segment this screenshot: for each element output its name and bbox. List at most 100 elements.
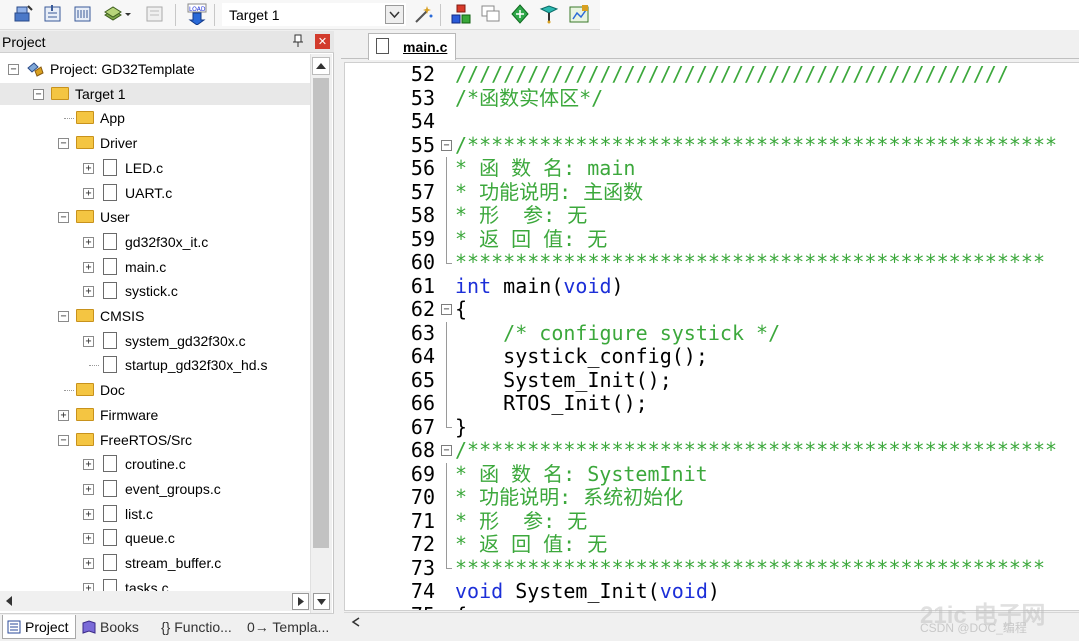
line-number: 74 [410, 579, 435, 603]
close-icon[interactable]: ✕ [315, 34, 330, 49]
code-line: /***************************************… [455, 133, 1057, 158]
project-panel-header: Project ✕ [0, 31, 334, 53]
pack-installer-icon[interactable] [568, 3, 590, 25]
expand-icon[interactable]: + [83, 459, 94, 471]
line-number: 69 [410, 461, 435, 486]
tree-item[interactable]: + stream_buffer.c [0, 552, 310, 574]
tree-item[interactable]: + UART.c [0, 182, 310, 204]
collapse-icon[interactable]: − [58, 434, 69, 446]
manage-components-icon[interactable] [450, 3, 472, 25]
line-number: 62 [410, 297, 435, 321]
expand-icon[interactable]: + [83, 162, 94, 174]
fold-collapse-icon[interactable]: − [441, 609, 452, 610]
diamond-icon[interactable] [509, 3, 531, 25]
expand-icon[interactable]: + [83, 335, 94, 347]
tab-project[interactable]: Project [2, 615, 76, 639]
line-number: 60 [410, 250, 435, 274]
watermark: 21ic 电子网 CSDN @DOC_编程 [920, 595, 1079, 635]
build-icon[interactable] [12, 3, 34, 25]
expand-icon[interactable]: + [83, 558, 94, 569]
chevron-down-icon[interactable] [385, 5, 404, 24]
fold-collapse-icon[interactable]: − [441, 304, 452, 315]
folder-icon [76, 111, 94, 125]
tab-main-c[interactable]: main.c [368, 33, 456, 60]
tree-item[interactable]: − Target 1 [0, 82, 310, 105]
target-select[interactable]: Target 1 [222, 3, 406, 26]
project-horizontal-scrollbar[interactable] [0, 591, 330, 612]
scroll-up-icon[interactable] [312, 57, 330, 75]
expand-icon[interactable]: + [83, 508, 94, 520]
file-icon [103, 529, 117, 547]
tree-item[interactable]: + event_groups.c [0, 478, 310, 500]
pin-icon[interactable] [292, 34, 304, 51]
project-panel-title: Project [2, 34, 46, 50]
code-comment: * 功能说明: 系统初始化 [455, 485, 684, 509]
tree-item-label: Project: GD32Template [50, 61, 195, 77]
expand-icon[interactable]: + [83, 483, 94, 495]
tree-item[interactable]: + queue.c [0, 527, 310, 549]
rebuild-icon[interactable] [42, 3, 64, 25]
code-editor[interactable]: 52 53 54 55−56 57 58 59 60 61 62−63 64 65 66 67 68−69 7… [344, 62, 1079, 611]
stop-build-icon[interactable] [144, 3, 166, 25]
tree-item-label: systick.c [125, 283, 178, 300]
tree-item[interactable]: − Project: GD32Template [0, 58, 310, 80]
collapse-icon[interactable]: − [33, 88, 44, 100]
tree-item[interactable]: + main.c [0, 256, 310, 278]
options-wand-icon[interactable] [412, 3, 434, 25]
tab-functions[interactable]: {} Functio... [161, 615, 243, 639]
code-text: RTOS_Init(); [455, 391, 648, 415]
copy-icon[interactable] [480, 3, 502, 25]
tree-item[interactable]: − User [0, 206, 310, 228]
download-icon[interactable]: LOAD [186, 3, 208, 26]
tree-item[interactable]: + Firmware [0, 404, 310, 426]
tree-item[interactable]: − FreeRTOS/Src [0, 429, 310, 451]
tree-item-label: queue.c [125, 530, 175, 547]
tree-item[interactable]: + LED.c [0, 157, 310, 179]
expand-icon[interactable]: + [83, 187, 94, 199]
batch-build-icon[interactable] [72, 3, 94, 25]
scrollbar-thumb[interactable] [313, 78, 329, 548]
code-text[interactable]: ////////////////////////////////////////… [455, 63, 1079, 610]
fold-end-marker [446, 568, 452, 570]
expand-icon[interactable]: + [83, 236, 94, 248]
fold-guide [446, 368, 447, 392]
scroll-left-icon[interactable] [2, 593, 16, 612]
project-vertical-scrollbar[interactable] [310, 54, 332, 616]
expand-icon[interactable]: + [83, 286, 94, 298]
code-line: * 形 参: 无 [455, 509, 587, 534]
fold-collapse-icon[interactable]: − [441, 445, 452, 456]
tree-item[interactable]: + system_gd32f30x.c [0, 330, 310, 352]
expand-icon[interactable]: + [83, 261, 94, 273]
pen-icon[interactable] [538, 3, 560, 25]
scroll-right-icon[interactable] [292, 593, 309, 610]
tree-item[interactable]: − CMSIS [0, 305, 310, 327]
collapse-icon[interactable]: − [58, 212, 69, 224]
fold-collapse-icon[interactable]: − [441, 139, 452, 151]
tree-item[interactable]: + list.c [0, 503, 310, 525]
tree-item[interactable]: + gd32f30x_it.c [0, 231, 310, 253]
tab-templates[interactable]: 0→ Templa... [247, 615, 331, 639]
code-keyword: void [563, 273, 612, 298]
code-line: ****************************************… [455, 250, 1046, 275]
expand-icon[interactable]: + [83, 533, 94, 545]
tree-item[interactable]: − Driver [0, 132, 310, 154]
layers-icon[interactable] [102, 3, 132, 25]
expand-icon[interactable]: + [58, 409, 69, 421]
tree-item[interactable]: App [0, 107, 310, 129]
code-comment: ****************************************… [455, 250, 1046, 274]
tree-item[interactable]: + systick.c [0, 280, 310, 302]
scroll-left-icon[interactable] [350, 615, 362, 632]
tab-books[interactable]: Books [82, 615, 152, 639]
file-icon [103, 331, 117, 349]
tree-item[interactable]: + croutine.c [0, 453, 310, 475]
tree-item[interactable]: startup_gd32f30x_hd.s [0, 354, 310, 376]
tree-item-label: User [100, 209, 130, 226]
scroll-down-icon[interactable] [313, 593, 330, 610]
collapse-icon[interactable]: − [58, 311, 69, 322]
collapse-icon[interactable]: − [8, 64, 19, 75]
code-keyword: void [455, 579, 504, 603]
code-line: ////////////////////////////////////////… [455, 63, 1009, 87]
collapse-icon[interactable]: − [58, 138, 69, 150]
line-number: 61 [410, 273, 435, 298]
tree-item[interactable]: Doc [0, 379, 310, 401]
